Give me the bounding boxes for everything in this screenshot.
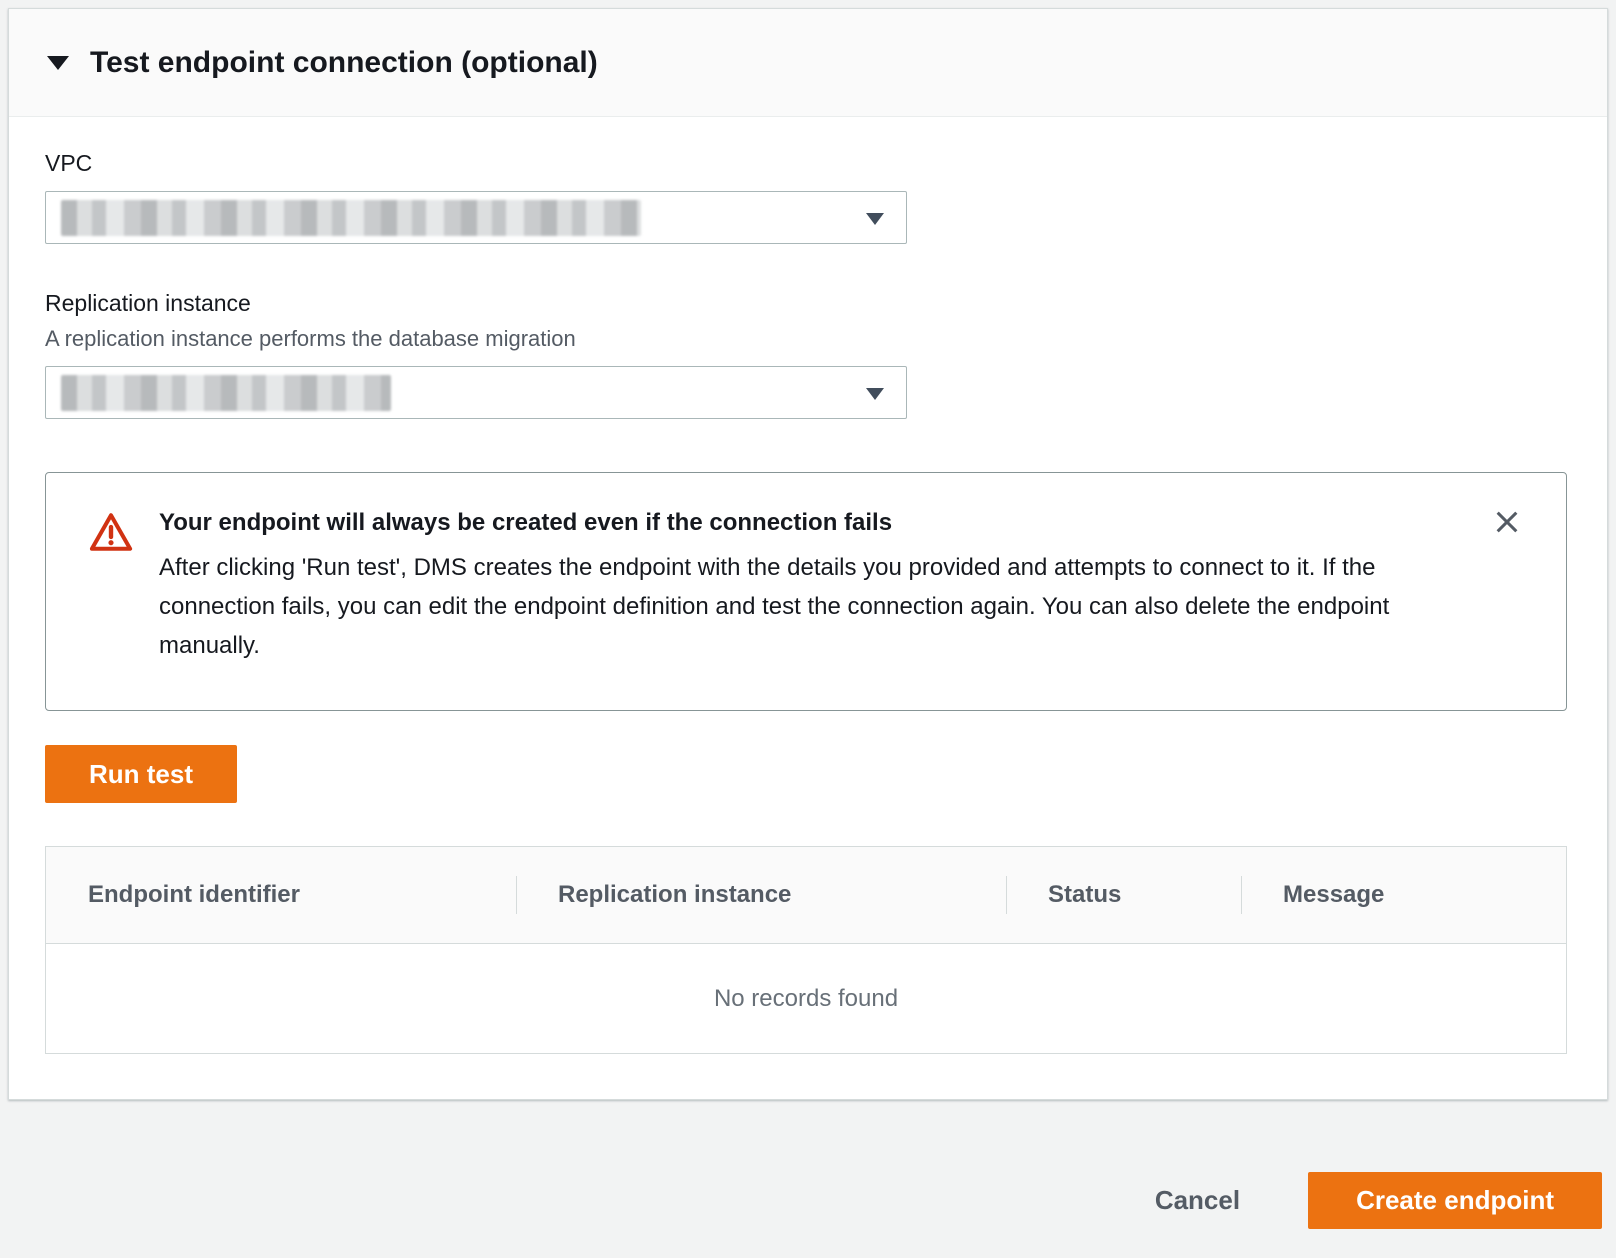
run-test-button[interactable]: Run test xyxy=(45,745,237,803)
caret-down-icon xyxy=(866,388,884,400)
cancel-button[interactable]: Cancel xyxy=(1155,1172,1240,1229)
table-header-row: Endpoint identifier Replication instance… xyxy=(46,847,1566,944)
endpoint-warning-alert: Your endpoint will always be created eve… xyxy=(45,472,1567,711)
section-header-expander[interactable]: Test endpoint connection (optional) xyxy=(9,9,1607,117)
replication-instance-description: A replication instance performs the data… xyxy=(45,326,1565,352)
alert-title: Your endpoint will always be created eve… xyxy=(159,509,1446,537)
section-content: VPC Replication instance A replication i… xyxy=(9,117,1607,1094)
caret-down-icon xyxy=(866,213,884,225)
close-icon[interactable] xyxy=(1490,505,1524,539)
warning-triangle-icon xyxy=(88,511,134,558)
alert-text: Your endpoint will always be created eve… xyxy=(159,509,1446,665)
section-caret-down-icon xyxy=(47,56,69,70)
column-header-replication-instance: Replication instance xyxy=(516,847,1006,943)
test-endpoint-connection-section: Test endpoint connection (optional) VPC … xyxy=(8,8,1608,1100)
vpc-label: VPC xyxy=(45,150,1565,177)
replication-instance-redacted-value xyxy=(61,375,391,411)
alert-body: After clicking 'Run test', DMS creates t… xyxy=(159,548,1446,665)
test-results-table: Endpoint identifier Replication instance… xyxy=(45,846,1567,1054)
create-endpoint-button[interactable]: Create endpoint xyxy=(1308,1172,1602,1229)
replication-instance-field: Replication instance A replication insta… xyxy=(45,290,1565,419)
vpc-select[interactable] xyxy=(45,191,907,244)
table-empty-message: No records found xyxy=(46,944,1566,1053)
column-header-message: Message xyxy=(1241,847,1566,943)
form-footer: Cancel Create endpoint xyxy=(0,1100,1616,1258)
section-title: Test endpoint connection (optional) xyxy=(90,46,598,80)
replication-instance-label: Replication instance xyxy=(45,290,1565,317)
vpc-redacted-value xyxy=(61,200,641,236)
column-header-endpoint-identifier: Endpoint identifier xyxy=(46,847,516,943)
replication-instance-select[interactable] xyxy=(45,366,907,419)
vpc-field: VPC xyxy=(45,150,1565,244)
column-header-status: Status xyxy=(1006,847,1241,943)
